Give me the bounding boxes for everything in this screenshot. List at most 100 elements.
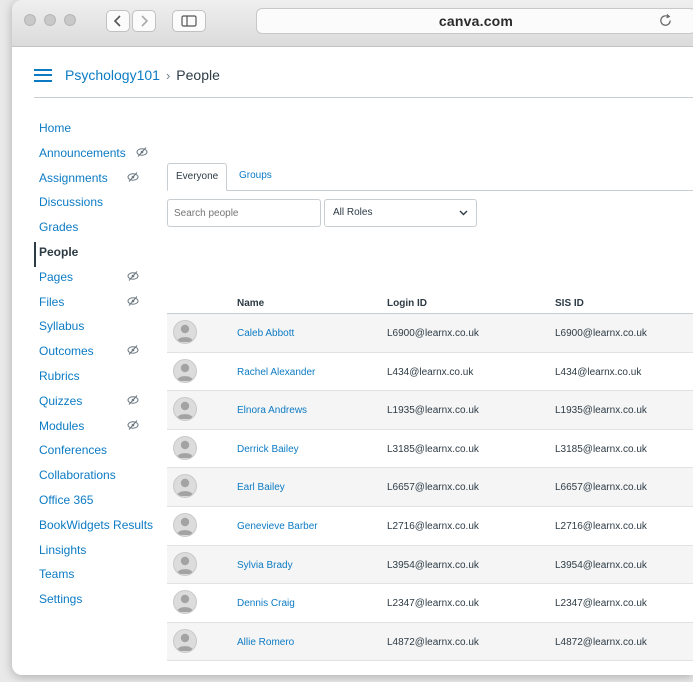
sidebar-item-syllabus[interactable]: Syllabus [39,316,179,341]
user-name-link[interactable]: Earl Bailey [237,482,285,493]
sidebar-item-label: Settings [39,592,83,607]
avatar[interactable] [173,397,197,422]
role-filter-value: All Roles [333,207,373,218]
sidebar-item-label: Quizzes [39,393,83,408]
hamburger-menu-icon[interactable] [34,68,52,82]
avatar[interactable] [173,474,197,499]
minimize-window-button[interactable] [44,14,56,26]
user-name-link[interactable]: Sylvia Brady [237,560,293,571]
close-window-button[interactable] [24,14,36,26]
chevron-down-icon [459,210,468,216]
user-avatar-icon [177,479,193,497]
login-id: L434@learnx.co.uk [387,366,474,378]
user-name-link[interactable]: Caleb Abbott [237,328,294,339]
sidebar-item-files[interactable]: Files [39,292,179,317]
sidebar-item-settings[interactable]: Settings [39,589,179,614]
table-row: Caleb Abbott L6900@learnx.co.uk L6900@lear… [167,314,693,353]
sidebar-item-grades[interactable]: Grades [39,217,179,242]
sidebar-item-assignments[interactable]: Assignments [39,168,179,193]
user-avatar-icon [177,440,193,458]
hidden-eye-icon [127,270,139,281]
sidebar-item-modules[interactable]: Modules [39,416,179,441]
search-people-input[interactable] [167,199,321,227]
address-bar[interactable]: canva.com [256,8,693,34]
user-avatar-icon [177,517,193,535]
sidebar-item-label: Discussions [39,195,104,210]
sidebar-item-label: Rubrics [39,368,80,383]
avatar[interactable] [173,628,197,653]
sidebar-item-outcomes[interactable]: Outcomes [39,341,179,366]
sidebar-item-collaborations[interactable]: Collaborations [39,465,179,490]
sidebar-item-people[interactable]: People [34,241,179,267]
avatar[interactable] [173,320,197,344]
table-body: Caleb Abbott L6900@learnx.co.uk L6900@lear… [167,314,693,662]
header-divider [34,97,693,98]
sis-id: L434@learnx.co.uk [555,366,642,378]
hidden-eye-icon [127,345,139,356]
url-text: canva.com [438,13,514,29]
table-row: Allie Romero L4872@learnx.co.uk L4872@lear… [167,622,693,662]
sis-id: L6900@learnx.co.uk [555,328,647,339]
sidebar-item-teams[interactable]: Teams [39,564,179,589]
sidebar-item-label: Grades [39,220,79,235]
hidden-eye-icon [127,419,139,430]
sidebar-item-label: Office 365 [39,492,94,507]
sidebar-item-discussions[interactable]: Discussions [39,192,179,217]
avatar[interactable] [173,551,197,576]
hidden-eye-icon [127,171,139,182]
column-header-name[interactable]: Name [237,298,264,309]
login-id: L3954@learnx.co.uk [387,559,479,571]
back-icon [113,15,121,27]
sidebar-item-label: Assignments [39,170,108,185]
forward-button[interactable] [132,10,156,32]
people-tabs: Everyone Groups [167,163,693,191]
sidebar-item-label: Conferences [39,443,108,458]
forward-icon [141,15,149,27]
user-name-link[interactable]: Elnora Andrews [237,405,307,416]
user-name-link[interactable]: Derrick Bailey [237,444,299,455]
avatar[interactable] [173,435,197,460]
sidebar-item-announcements[interactable]: Announcements [39,143,179,168]
sis-id: L2716@learnx.co.uk [555,520,647,532]
sidebar-item-office-365[interactable]: Office 365 [39,490,179,515]
back-button[interactable] [106,10,130,32]
course-navigation: Home Announcements Assignments Discussions G… [34,118,179,614]
column-header-sis-id[interactable]: SIS ID [555,298,584,309]
sidebar-item-home[interactable]: Home [39,118,179,143]
breadcrumb-current-page: People [176,67,220,83]
sidebar-item-pages[interactable]: Pages [39,267,179,292]
login-id: L6900@learnx.co.uk [387,328,479,339]
avatar[interactable] [173,590,197,615]
breadcrumb-course-link[interactable]: Psychology101 [65,67,160,83]
sis-id: L6657@learnx.co.uk [555,482,647,494]
avatar[interactable] [173,512,197,537]
user-avatar-icon [177,633,193,651]
sidebar-item-rubrics[interactable]: Rubrics [39,366,179,391]
table-row: Elnora Andrews L1935@learnx.co.uk L1935@le… [167,391,693,430]
sidebar-item-label: BookWidgets Results [39,517,154,532]
browser-window: canva.com Psychology101 › People Home Ann… [12,0,693,675]
user-name-link[interactable]: Allie Romero [237,637,294,648]
zoom-window-button[interactable] [64,14,76,26]
table-row: Derrick Bailey L3185@learnx.co.uk L3185@le… [167,430,693,469]
login-id: L2716@learnx.co.uk [387,520,479,532]
user-name-link[interactable]: Rachel Alexander [237,367,315,378]
sidebar-item-linsights[interactable]: Linsights [39,540,179,565]
role-filter-select[interactable]: All Roles [324,199,477,227]
sis-id: L3185@learnx.co.uk [555,443,647,455]
sidebar-item-conferences[interactable]: Conferences [39,440,179,465]
sidebar-toggle-button[interactable] [172,10,206,32]
sis-id: L2347@learnx.co.uk [555,598,647,610]
sidebar-item-bookwidgets-results[interactable]: BookWidgets Results [39,515,179,540]
column-header-login-id[interactable]: Login ID [387,298,427,309]
sidebar-item-label: Files [39,294,65,309]
tab-everyone[interactable]: Everyone [167,163,228,191]
user-name-link[interactable]: Dennis Craig [237,598,295,609]
user-name-link[interactable]: Genevieve Barber [237,521,318,532]
avatar[interactable] [173,358,197,383]
breadcrumb: Psychology101 › People [34,62,220,88]
tab-groups[interactable]: Groups [231,163,280,189]
user-avatar-icon [177,594,193,613]
sidebar-item-quizzes[interactable]: Quizzes [39,391,179,416]
reload-icon[interactable] [658,13,673,28]
